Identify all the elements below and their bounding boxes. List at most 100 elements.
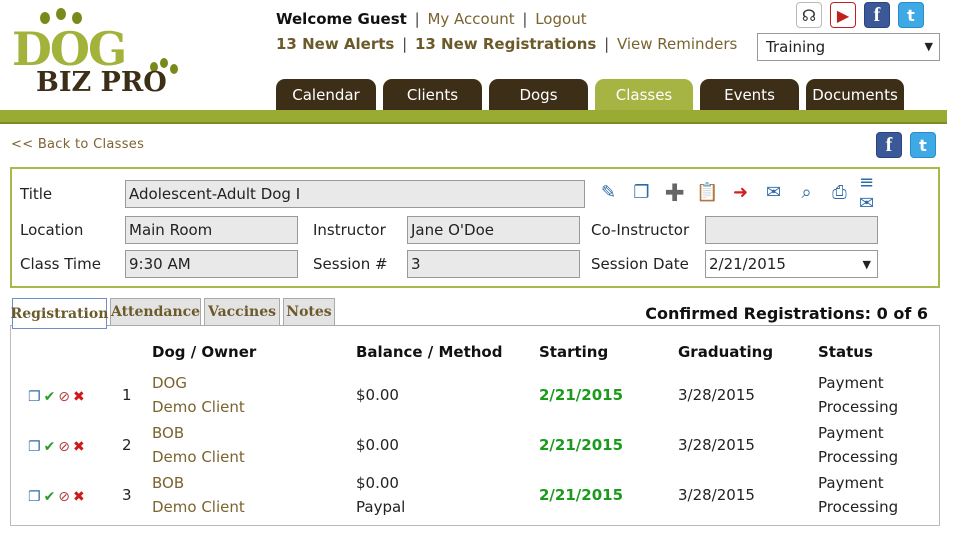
tab-vaccines[interactable]: Vaccines — [204, 298, 280, 326]
print-icon[interactable]: ⎙ — [826, 179, 853, 206]
session-number-field[interactable]: 3 — [407, 250, 580, 278]
table-row: ❐ ✔ ⊘ ✖ 1 DOG Demo Client $0.00 2/21/201… — [11, 371, 941, 421]
edit-registration-icon[interactable]: ❐ — [28, 389, 41, 405]
owner-link[interactable]: Demo Client — [152, 395, 245, 419]
class-toolbar: ✎ ❐ ✚ 📋 ➜ ✉ ⌕ ⎙ ≡✉ — [595, 172, 886, 214]
status-line2: Processing — [818, 498, 899, 516]
status-line2: Processing — [818, 398, 899, 416]
delete-icon[interactable]: ✖ — [73, 439, 85, 455]
add-icon[interactable]: ✚ — [661, 179, 688, 207]
top-icons: ☊ ▶ f t — [796, 2, 924, 28]
redirect-icon[interactable]: ➜ — [727, 179, 754, 206]
registration-panel: Dog / Owner Balance / Method Starting Gr… — [10, 325, 940, 526]
row-actions: ❐ ✔ ⊘ ✖ — [28, 439, 85, 455]
owner-link[interactable]: Demo Client — [152, 495, 245, 519]
tab-notes[interactable]: Notes — [283, 298, 335, 326]
instructor-field[interactable]: Jane O'Doe — [407, 216, 580, 244]
col-starting: Starting — [539, 343, 609, 361]
table-row: ❐ ✔ ⊘ ✖ 2 BOB Demo Client $0.00 2/21/201… — [11, 421, 941, 471]
col-graduating: Graduating — [678, 343, 774, 361]
row-number: 3 — [122, 486, 132, 504]
dog-link[interactable]: BOB — [152, 471, 184, 495]
new-registrations-link[interactable]: 13 New Registrations — [415, 35, 596, 53]
delete-icon[interactable]: ✖ — [73, 489, 85, 505]
starting-date: 2/21/2015 — [539, 436, 624, 454]
balance: $0.00 — [356, 474, 399, 492]
business-type-select[interactable]: Training ▼ — [757, 33, 940, 61]
row-number: 2 — [122, 436, 132, 454]
video-icon[interactable]: ▶ — [830, 2, 856, 28]
confirmed-registrations-count: Confirmed Registrations: 0 of 6 — [645, 304, 928, 323]
coinstructor-field[interactable] — [705, 216, 878, 244]
session-number-label: Session # — [313, 255, 388, 273]
my-account-link[interactable]: My Account — [427, 10, 514, 28]
email-list-icon[interactable]: ≡✉ — [859, 172, 886, 214]
edit-registration-icon[interactable]: ❐ — [28, 439, 41, 455]
twitter-icon[interactable]: t — [898, 2, 924, 28]
dog-link[interactable]: BOB — [152, 421, 184, 445]
class-details-panel: Title Adolescent-Adult Dog I ✎ ❐ ✚ 📋 ➜ ✉… — [10, 167, 940, 288]
session-date-label: Session Date — [591, 255, 689, 273]
col-dog-owner: Dog / Owner — [152, 343, 257, 361]
logo[interactable]: DOG BIZ PRO — [8, 6, 178, 101]
edit-icon[interactable]: ✎ — [595, 179, 622, 206]
new-alerts-link[interactable]: 13 New Alerts — [276, 35, 394, 53]
balance: $0.00 — [356, 386, 399, 404]
payment-method: Paypal — [356, 498, 406, 516]
paw-icon — [56, 8, 66, 20]
edit-registration-icon[interactable]: ❐ — [28, 489, 41, 505]
back-to-classes-link[interactable]: << Back to Classes — [11, 137, 144, 152]
title-field[interactable]: Adolescent-Adult Dog I — [125, 180, 585, 208]
confirm-icon[interactable]: ✔ — [44, 389, 56, 405]
owner-link[interactable]: Demo Client — [152, 445, 245, 469]
graduating-date: 3/28/2015 — [678, 436, 755, 454]
welcome-text: Welcome Guest — [276, 10, 407, 28]
twitter-icon[interactable]: t — [910, 132, 936, 158]
cancel-icon[interactable]: ⊘ — [58, 389, 70, 405]
class-time-field[interactable]: 9:30 AM — [125, 250, 298, 278]
facebook-icon[interactable]: f — [876, 132, 902, 158]
tab-attendance[interactable]: Attendance — [110, 298, 201, 326]
separator: | — [414, 10, 420, 28]
tab-registration[interactable]: Registration — [11, 298, 108, 329]
search-doc-icon[interactable]: ⌕ — [793, 179, 820, 206]
separator: | — [522, 10, 528, 28]
paw-icon — [170, 64, 178, 74]
title-label: Title — [20, 185, 53, 203]
tab-documents[interactable]: Documents — [806, 79, 904, 111]
tab-classes[interactable]: Classes — [595, 79, 693, 111]
logo-dog-text: DOG — [12, 22, 127, 76]
tab-clients[interactable]: Clients — [383, 79, 482, 111]
nav-bar — [0, 110, 947, 124]
class-time-label: Class Time — [20, 255, 101, 273]
share-icons: f t — [876, 132, 936, 158]
welcome-bar: Welcome Guest | My Account | Logout — [276, 10, 587, 28]
starting-date: 2/21/2015 — [539, 386, 624, 404]
session-date-select[interactable]: 2/21/2015 ▼ — [705, 250, 878, 278]
separator: | — [402, 35, 408, 53]
tab-calendar[interactable]: Calendar — [276, 79, 376, 111]
alerts-bar: 13 New Alerts | 13 New Registrations | V… — [276, 35, 737, 53]
dog-link[interactable]: DOG — [152, 371, 187, 395]
confirm-icon[interactable]: ✔ — [44, 439, 56, 455]
coinstructor-label: Co-Instructor — [591, 221, 690, 239]
cancel-icon[interactable]: ⊘ — [58, 439, 70, 455]
email-icon[interactable]: ✉ — [760, 179, 787, 206]
view-reminders-link[interactable]: View Reminders — [617, 35, 737, 53]
location-field[interactable]: Main Room — [125, 216, 298, 244]
logout-link[interactable]: Logout — [535, 10, 586, 28]
paste-icon[interactable]: 📋 — [694, 179, 721, 206]
status-line1: Payment — [818, 424, 884, 442]
starting-date: 2/21/2015 — [539, 486, 624, 504]
confirm-icon[interactable]: ✔ — [44, 489, 56, 505]
copy-icon[interactable]: ❐ — [628, 179, 655, 206]
dropdown-arrow-icon: ▼ — [924, 40, 933, 53]
status-line2: Processing — [818, 448, 899, 466]
cancel-icon[interactable]: ⊘ — [58, 489, 70, 505]
delete-icon[interactable]: ✖ — [73, 389, 85, 405]
facebook-icon[interactable]: f — [864, 2, 890, 28]
tab-events[interactable]: Events — [700, 79, 799, 111]
row-actions: ❐ ✔ ⊘ ✖ — [28, 389, 85, 405]
tab-dogs[interactable]: Dogs — [489, 79, 588, 111]
headset-icon[interactable]: ☊ — [796, 2, 822, 28]
